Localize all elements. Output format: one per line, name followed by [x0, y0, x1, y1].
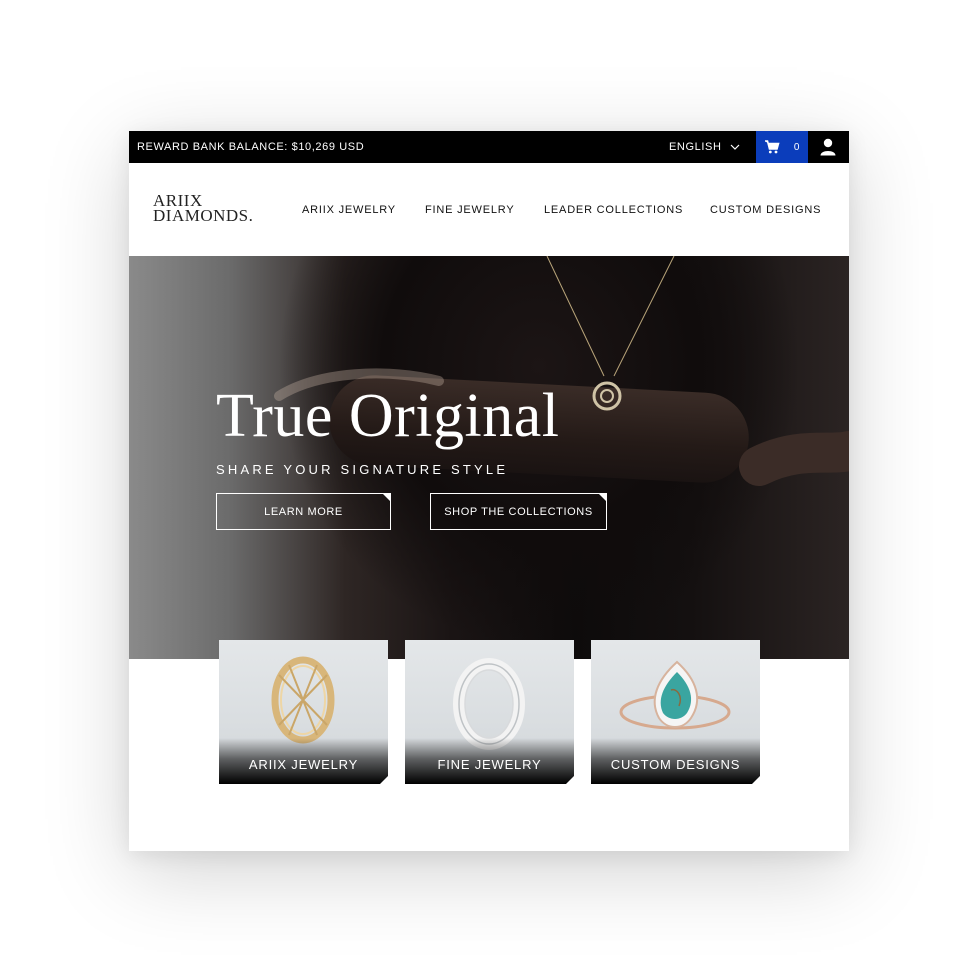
category-card-custom-designs[interactable]: CUSTOM DESIGNS	[591, 640, 760, 784]
cart-button[interactable]: 0	[756, 131, 808, 163]
card-label: FINE JEWELRY	[437, 757, 542, 772]
nav-leader-collections[interactable]: LEADER COLLECTIONS	[544, 204, 683, 216]
nav-fine-jewelry[interactable]: FINE JEWELRY	[425, 204, 514, 216]
hero-banner: True Original SHARE YOUR SIGNATURE STYLE…	[129, 256, 849, 659]
page-frame: REWARD BANK BALANCE: $10,269 USD ENGLISH…	[129, 131, 849, 851]
nav-custom-designs[interactable]: CUSTOM DESIGNS	[710, 204, 821, 216]
hero-title: True Original	[216, 382, 560, 450]
card-notch	[566, 776, 574, 784]
logo-line-2: DIAMONDS.	[153, 206, 254, 225]
language-selector[interactable]: ENGLISH	[669, 141, 740, 153]
reward-balance: REWARD BANK BALANCE: $10,269 USD	[137, 141, 364, 153]
card-notch	[380, 776, 388, 784]
necklace-pendant-image	[274, 256, 849, 486]
shop-collections-button[interactable]: SHOP THE COLLECTIONS	[430, 493, 607, 530]
shop-collections-label: SHOP THE COLLECTIONS	[444, 505, 593, 518]
reward-value: $10,269 USD	[291, 141, 365, 153]
button-corner	[382, 493, 391, 502]
hero-subtitle: SHARE YOUR SIGNATURE STYLE	[216, 462, 509, 477]
cart-icon	[764, 140, 780, 154]
card-label: CUSTOM DESIGNS	[610, 757, 741, 772]
category-card-ariix-jewelry[interactable]: ARIIX JEWELRY	[219, 640, 388, 784]
category-card-fine-jewelry[interactable]: FINE JEWELRY	[405, 640, 574, 784]
user-icon[interactable]	[818, 137, 838, 157]
card-label: ARIIX JEWELRY	[248, 757, 359, 772]
reward-label: REWARD BANK BALANCE:	[137, 141, 288, 153]
site-header: ARIIX DIAMONDS. ARIIX JEWELRY FINE JEWEL…	[129, 163, 849, 256]
learn-more-button[interactable]: LEARN MORE	[216, 493, 391, 530]
cart-count: 0	[793, 141, 801, 153]
top-bar: REWARD BANK BALANCE: $10,269 USD ENGLISH…	[129, 131, 849, 163]
language-label: ENGLISH	[669, 141, 722, 153]
button-corner	[598, 493, 607, 502]
nav-ariix-jewelry[interactable]: ARIIX JEWELRY	[302, 204, 396, 216]
site-logo[interactable]: ARIIX DIAMONDS.	[153, 192, 254, 225]
card-notch	[752, 776, 760, 784]
learn-more-label: LEARN MORE	[264, 505, 343, 518]
chevron-down-icon	[730, 144, 739, 150]
